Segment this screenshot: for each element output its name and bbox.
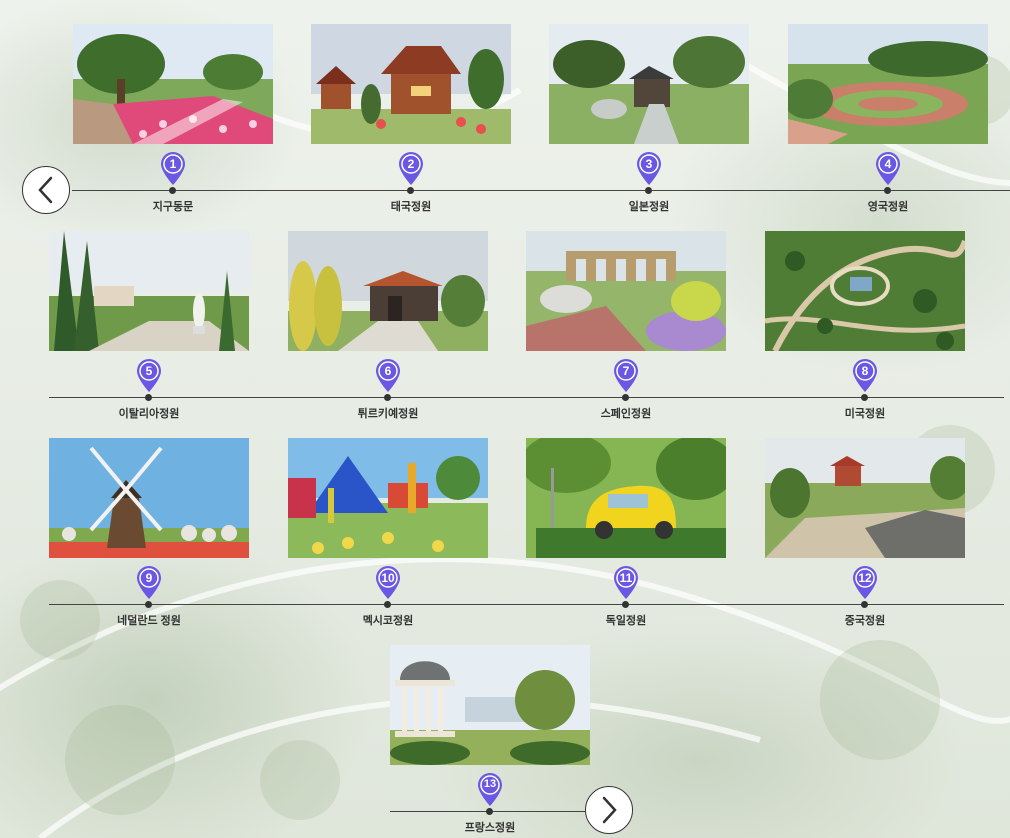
map-pin-icon: 7 bbox=[613, 359, 639, 393]
garden-item-3[interactable]: 3 일본정원 bbox=[549, 24, 749, 213]
pin-number: 5 bbox=[145, 364, 153, 378]
garden-item-4[interactable]: 4 영국정원 bbox=[788, 24, 988, 213]
garden-label[interactable]: 스페인정원 bbox=[526, 405, 726, 421]
garden-item-6[interactable]: 6 튀르키예정원 bbox=[288, 231, 488, 420]
timeline-dot bbox=[486, 808, 493, 815]
pin-number: 2 bbox=[407, 157, 415, 171]
garden-label[interactable]: 일본정원 bbox=[549, 198, 749, 214]
map-pin-icon: 1 bbox=[160, 152, 186, 186]
pin-number: 8 bbox=[861, 364, 869, 378]
garden-photo-german[interactable] bbox=[526, 438, 726, 558]
garden-item-9[interactable]: 9 네덜란드 정원 bbox=[49, 438, 249, 627]
chevron-left-icon bbox=[38, 176, 53, 204]
pin-number: 11 bbox=[619, 571, 633, 585]
garden-item-10[interactable]: 10 멕시코정원 bbox=[288, 438, 488, 627]
garden-label[interactable]: 독일정원 bbox=[526, 612, 726, 628]
timeline-dot bbox=[169, 187, 176, 194]
garden-photo-earth-gate[interactable] bbox=[73, 24, 273, 144]
pin-number: 6 bbox=[384, 364, 392, 378]
map-pin-icon: 2 bbox=[398, 152, 424, 186]
pin-number: 13 bbox=[483, 778, 497, 790]
map-pin-icon: 6 bbox=[375, 359, 401, 393]
map-pin-icon: 12 bbox=[852, 566, 878, 600]
timeline-dot bbox=[384, 601, 391, 608]
garden-item-1[interactable]: 1 지구동문 bbox=[73, 24, 273, 213]
timeline-dot bbox=[622, 394, 629, 401]
timeline-dot bbox=[407, 187, 414, 194]
pin-number: 9 bbox=[145, 571, 153, 585]
map-pin-icon: 13 bbox=[477, 773, 503, 807]
garden-photo-italian[interactable] bbox=[49, 231, 249, 351]
garden-label[interactable]: 멕시코정원 bbox=[288, 612, 488, 628]
pin-number: 12 bbox=[858, 571, 872, 585]
chevron-right-icon bbox=[602, 796, 617, 824]
garden-photo-mexican[interactable] bbox=[288, 438, 488, 558]
garden-label[interactable]: 영국정원 bbox=[788, 198, 988, 214]
garden-photo-british[interactable] bbox=[788, 24, 988, 144]
garden-item-8[interactable]: 8 미국정원 bbox=[765, 231, 965, 420]
map-pin-icon: 11 bbox=[613, 566, 639, 600]
timeline-dot bbox=[861, 394, 868, 401]
garden-item-7[interactable]: 7 스페인정원 bbox=[526, 231, 726, 420]
garden-label[interactable]: 지구동문 bbox=[73, 198, 273, 214]
garden-label[interactable]: 이탈리아정원 bbox=[49, 405, 249, 421]
map-pin-icon: 8 bbox=[852, 359, 878, 393]
garden-item-12[interactable]: 12 중국정원 bbox=[765, 438, 965, 627]
timeline-dot bbox=[645, 187, 652, 194]
timeline-dot bbox=[622, 601, 629, 608]
garden-photo-chinese[interactable] bbox=[765, 438, 965, 558]
garden-label[interactable]: 프랑스정원 bbox=[390, 819, 590, 835]
map-pin-icon: 9 bbox=[136, 566, 162, 600]
timeline-dot bbox=[145, 394, 152, 401]
pin-number: 7 bbox=[622, 364, 630, 378]
garden-photo-thai[interactable] bbox=[311, 24, 511, 144]
pin-number: 1 bbox=[169, 157, 177, 171]
timeline-dot bbox=[884, 187, 891, 194]
garden-label[interactable]: 네덜란드 정원 bbox=[49, 612, 249, 628]
timeline-dot bbox=[145, 601, 152, 608]
map-pin-icon: 3 bbox=[636, 152, 662, 186]
garden-photo-dutch[interactable] bbox=[49, 438, 249, 558]
garden-item-13[interactable]: 13 프랑스정원 bbox=[390, 645, 590, 834]
garden-item-11[interactable]: 11 독일정원 bbox=[526, 438, 726, 627]
garden-label[interactable]: 튀르키예정원 bbox=[288, 405, 488, 421]
pin-number: 10 bbox=[381, 571, 395, 585]
timeline-dot bbox=[861, 601, 868, 608]
prev-button[interactable] bbox=[22, 166, 70, 214]
map-pin-icon: 4 bbox=[875, 152, 901, 186]
garden-photo-turkish[interactable] bbox=[288, 231, 488, 351]
pin-number: 4 bbox=[884, 157, 892, 171]
garden-photo-french[interactable] bbox=[390, 645, 590, 765]
next-button[interactable] bbox=[585, 786, 633, 834]
garden-photo-japanese[interactable] bbox=[549, 24, 749, 144]
garden-label[interactable]: 중국정원 bbox=[765, 612, 965, 628]
timeline-dot bbox=[384, 394, 391, 401]
garden-label[interactable]: 미국정원 bbox=[765, 405, 965, 421]
garden-photo-spanish[interactable] bbox=[526, 231, 726, 351]
pin-number: 3 bbox=[645, 157, 653, 171]
map-pin-icon: 10 bbox=[375, 566, 401, 600]
garden-label[interactable]: 태국정원 bbox=[311, 198, 511, 214]
garden-item-5[interactable]: 5 이탈리아정원 bbox=[49, 231, 249, 420]
garden-item-2[interactable]: 2 태국정원 bbox=[311, 24, 511, 213]
map-pin-icon: 5 bbox=[136, 359, 162, 393]
timeline-row-1 bbox=[72, 190, 1010, 191]
garden-photo-american[interactable] bbox=[765, 231, 965, 351]
